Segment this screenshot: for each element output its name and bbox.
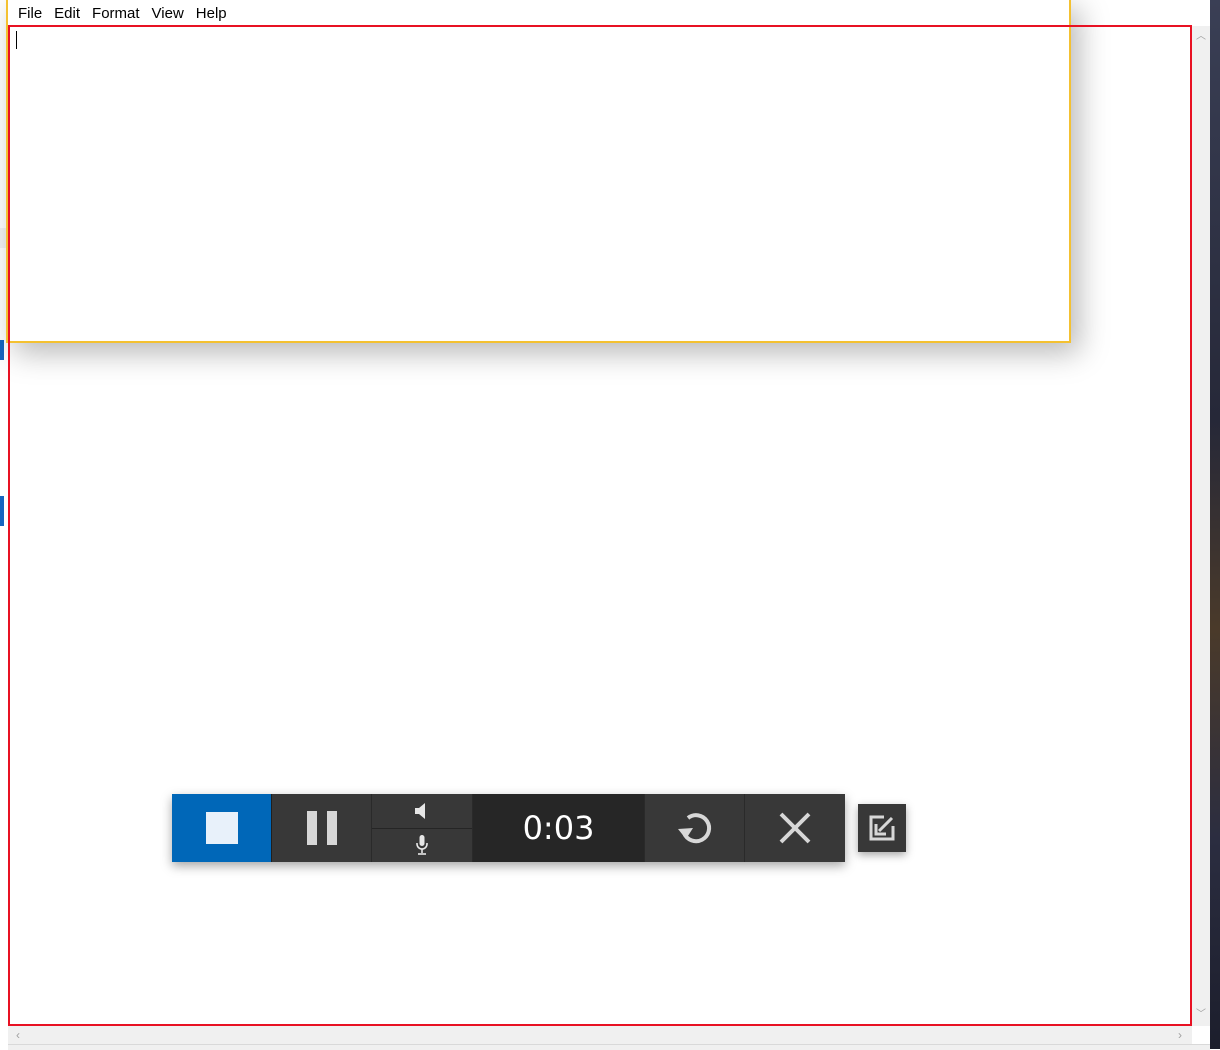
background-app-accent	[0, 496, 4, 526]
menu-format[interactable]: Format	[86, 0, 146, 26]
text-editor[interactable]	[10, 26, 1067, 339]
close-icon	[779, 812, 811, 844]
scroll-right-icon[interactable]: ›	[1174, 1029, 1186, 1041]
menu-help[interactable]: Help	[190, 0, 233, 26]
menu-bar: File Edit Format View Help	[8, 0, 1069, 26]
text-caret	[16, 31, 17, 49]
pause-recording-button[interactable]	[272, 794, 372, 862]
stop-icon	[205, 812, 238, 844]
horizontal-scrollbar[interactable]: ‹ ›	[8, 1026, 1192, 1044]
menu-view[interactable]: View	[146, 0, 190, 26]
scroll-up-icon[interactable]: ︿	[1196, 32, 1206, 42]
recording-timer: 0:03	[473, 794, 645, 862]
notepad-window[interactable]: File Edit Format View Help	[6, 0, 1071, 343]
desktop-wallpaper	[1210, 0, 1220, 1049]
microphone-icon	[416, 835, 428, 856]
microphone-toggle[interactable]	[372, 827, 472, 863]
menu-edit[interactable]: Edit	[48, 0, 86, 26]
background-app-accent	[0, 340, 4, 360]
system-audio-toggle[interactable]	[372, 794, 472, 828]
audio-controls	[372, 794, 473, 862]
status-bar	[8, 1044, 1210, 1050]
stop-recording-button[interactable]	[172, 794, 272, 862]
vertical-scrollbar[interactable]: ︿ ﹀	[1192, 26, 1210, 1026]
discard-recording-button[interactable]	[745, 794, 845, 862]
recording-toolbar: 0:03	[172, 794, 845, 862]
menu-file[interactable]: File	[12, 0, 48, 26]
popout-icon	[869, 815, 895, 841]
speaker-icon	[415, 802, 425, 819]
scroll-down-icon[interactable]: ﹀	[1196, 1010, 1206, 1020]
scroll-left-icon[interactable]: ‹	[12, 1029, 24, 1041]
pause-icon	[306, 811, 337, 845]
restart-icon	[677, 813, 711, 844]
restart-recording-button[interactable]	[645, 794, 745, 862]
popout-button[interactable]	[858, 804, 906, 852]
